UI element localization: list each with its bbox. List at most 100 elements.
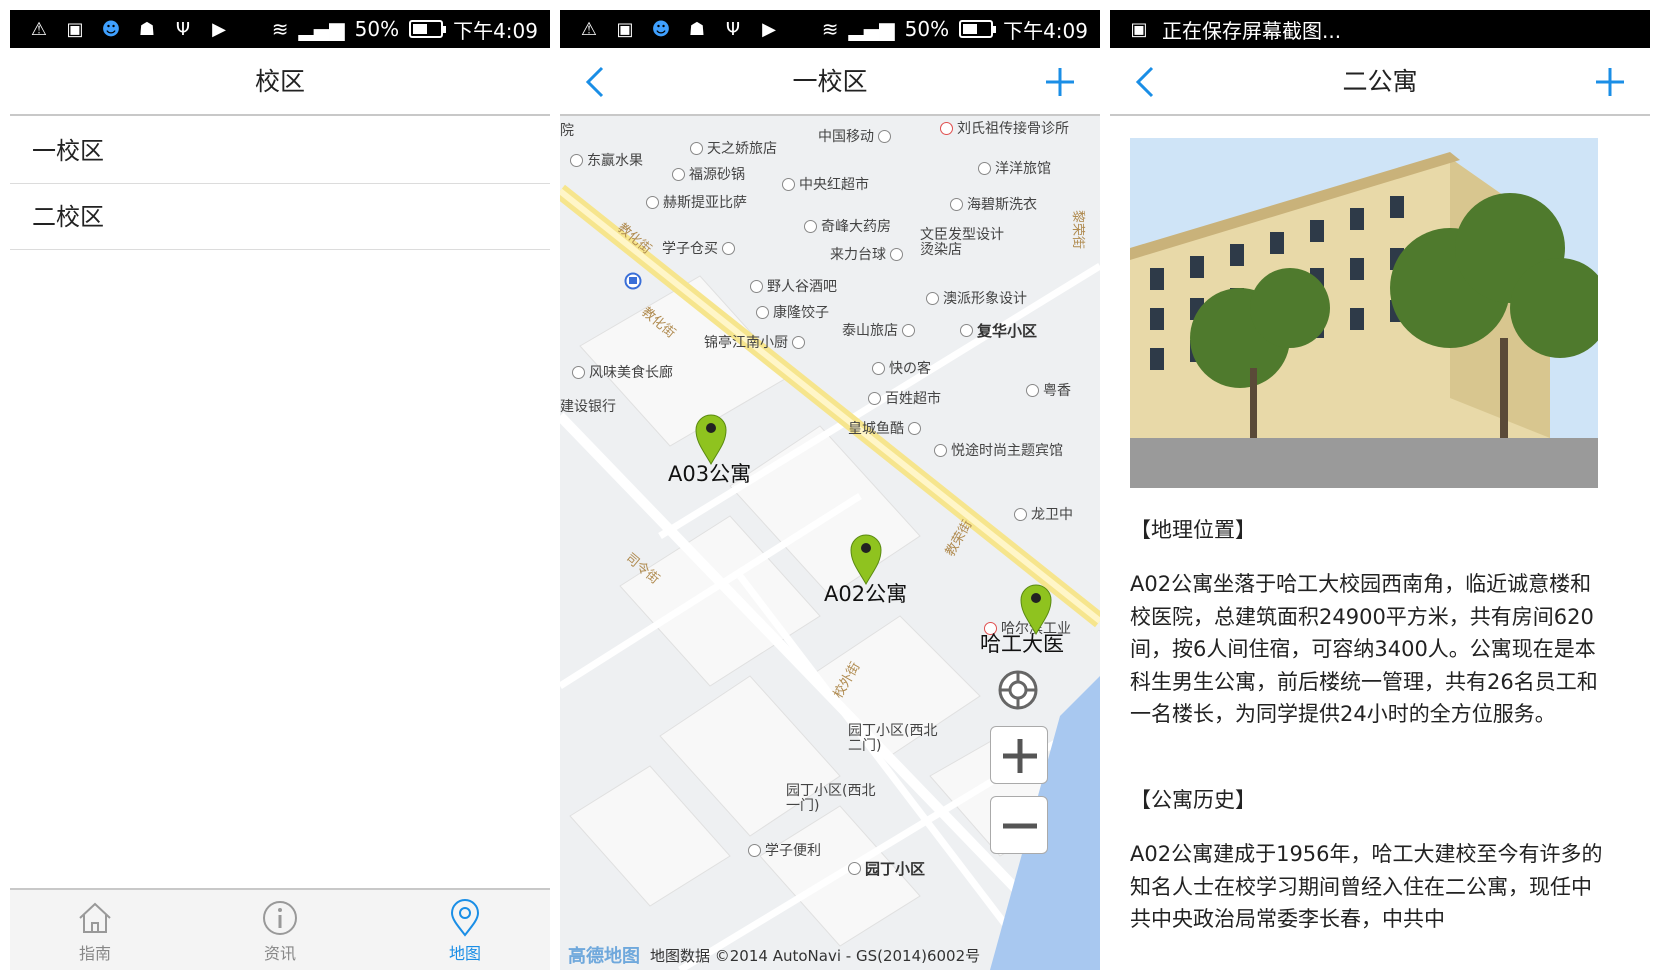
poi-label: 康隆饺子	[756, 302, 829, 322]
dorm-detail-screen: ▣ 正在保存屏幕截图... 二公寓 【地理位置】 A02公寓坐落于哈工大校园西南…	[1110, 10, 1650, 970]
bus-stop-icon	[624, 272, 642, 290]
status-bar: ⚠ ▣ ☻ ☗ Ψ ▶ ≋ ▂▄▆ 50% 下午4:09	[560, 10, 1100, 48]
notification-icons: ⚠ ▣ ☻ ☗ Ψ ▶	[28, 10, 230, 48]
plus-icon	[1003, 739, 1037, 773]
list-item-campus-2[interactable]: 二校区	[10, 184, 550, 250]
poi-label: 皇城鱼酷	[848, 418, 921, 438]
android-icon: ☗	[138, 18, 156, 40]
history-paragraph: A02公寓建成于1956年，哈工大建校至今有许多的知名人士在校学习期间曾经入住在…	[1130, 842, 1603, 931]
marker-label: 哈工大医	[980, 632, 1064, 656]
poi-label: 赫斯提亚比萨	[646, 192, 747, 212]
poi-label: 中央红超市	[782, 174, 869, 194]
add-icon[interactable]	[1590, 62, 1630, 102]
amap-logo: 高德地图	[568, 946, 640, 967]
marker-label: A02公寓	[824, 582, 908, 606]
warning-icon: ⚠	[580, 18, 598, 40]
poi-label: 龙卫中	[1014, 504, 1073, 524]
notification-icons: ▣ 正在保存屏幕截图...	[1128, 10, 1341, 48]
nav-bar: 二公寓	[1110, 48, 1650, 116]
nav-bar: 校区	[10, 48, 550, 116]
poi-label: 东赢水果	[570, 150, 643, 170]
poi-label: 园丁小区	[848, 858, 925, 879]
page-title: 二公寓	[1342, 67, 1418, 96]
qq-icon: ☻	[101, 18, 121, 40]
poi-label: 学子便利	[748, 840, 821, 860]
info-icon	[263, 901, 297, 935]
poi-label: 园丁小区(西北二门)	[848, 723, 938, 754]
qq-icon: ☻	[651, 18, 671, 40]
poi-label: 悦途时尚主题宾馆	[934, 440, 1063, 460]
poi-label: 野人谷酒吧	[750, 276, 837, 296]
poi-label: 风味美食长廊	[572, 362, 673, 382]
play-store-icon: ▶	[212, 18, 226, 40]
page-title: 一校区	[792, 67, 868, 96]
poi-label: 福源砂锅	[672, 164, 745, 184]
poi-label: 天之娇旅店	[690, 138, 777, 158]
list-item-campus-1[interactable]: 一校区	[10, 118, 550, 184]
map-footer: 高德地图 地图数据 ©2014 AutoNavi - GS(2014)6002号	[568, 942, 980, 968]
poi-label: 泰山旅店	[842, 320, 915, 340]
wifi-icon: ≋	[271, 17, 289, 41]
poi-label: 澳派形象设计	[926, 288, 1027, 308]
image-icon: ▣	[1130, 18, 1148, 40]
battery-icon	[409, 20, 447, 38]
map-pin-icon	[450, 899, 480, 937]
poi-label: 院	[560, 123, 574, 139]
clock: 下午4:09	[453, 18, 538, 43]
battery-percent: 50%	[904, 17, 950, 41]
battery-percent: 50%	[354, 17, 400, 41]
location-paragraph: A02公寓坐落于哈工大校园西南角，临近诚意楼和校医院，总建筑面积24900平方米…	[1130, 572, 1598, 726]
detail-content[interactable]: 【地理位置】 A02公寓坐落于哈工大校园西南角，临近诚意楼和校医院，总建筑面积2…	[1110, 116, 1650, 970]
status-bar: ▣ 正在保存屏幕截图...	[1110, 10, 1650, 48]
poi-label: 中国移动	[818, 126, 891, 146]
poi-label: 锦亭江南小厨	[704, 332, 805, 352]
tab-bar: 指南 资讯 地图	[10, 888, 550, 970]
page-title: 校区	[254, 67, 305, 96]
warning-icon: ⚠	[30, 18, 48, 40]
battery-icon	[959, 20, 997, 38]
poi-label: 百姓超市	[868, 388, 941, 408]
clock: 下午4:09	[1003, 18, 1088, 43]
zoom-in-button[interactable]	[990, 726, 1048, 784]
nav-bar: 一校区	[560, 48, 1100, 116]
section-title-history: 【公寓历史】	[1130, 788, 1256, 812]
poi-label: 复华小区	[960, 320, 1037, 341]
section-title-location: 【地理位置】	[1130, 518, 1256, 542]
marker-label: A03公寓	[668, 462, 752, 486]
android-icon: ☗	[688, 18, 706, 40]
tab-map[interactable]: 地图	[405, 898, 525, 968]
tab-guide-label: 指南	[78, 944, 111, 963]
locate-icon[interactable]	[996, 668, 1040, 712]
wifi-icon: ≋	[821, 17, 839, 41]
poi-label: 洋洋旅馆	[978, 158, 1051, 178]
tab-guide[interactable]: 指南	[35, 898, 155, 968]
poi-label: 刘氏祖传接骨诊所	[940, 118, 1069, 138]
tab-map-label: 地图	[448, 944, 481, 963]
poi-label: 海碧斯洗衣	[950, 194, 1037, 214]
signal-icon: ▂▄▆	[848, 17, 895, 41]
signal-icon: ▂▄▆	[298, 17, 345, 41]
poi-label: 学子仓买	[662, 238, 735, 258]
zoom-out-button[interactable]	[990, 796, 1048, 854]
usb-icon: Ψ	[175, 18, 191, 40]
minus-icon	[1003, 823, 1037, 829]
poi-label: 快の客	[872, 358, 931, 378]
tab-news-label: 资讯	[263, 944, 296, 963]
poi-label: 奇峰大药房	[804, 216, 891, 236]
notification-icons: ⚠ ▣ ☻ ☗ Ψ ▶	[578, 10, 780, 48]
tab-news[interactable]: 资讯	[220, 898, 340, 968]
dorm-building-photo	[1130, 138, 1598, 488]
usb-icon: Ψ	[725, 18, 741, 40]
map-view[interactable]: 东赢水果 天之娇旅店 中国移动 刘氏祖传接骨诊所 福源砂锅 中央红超市 洋洋旅馆…	[560, 116, 1100, 970]
play-store-icon: ▶	[762, 18, 776, 40]
saving-screenshot-text: 正在保存屏幕截图...	[1162, 18, 1342, 43]
add-icon[interactable]	[1040, 62, 1080, 102]
poi-label: 文臣发型设计烫染店	[920, 227, 1004, 258]
status-bar: ⚠ ▣ ☻ ☗ Ψ ▶ ≋ ▂▄▆ 50% 下午4:09	[10, 10, 550, 48]
image-icon: ▣	[66, 18, 84, 40]
campus-list-screen: ⚠ ▣ ☻ ☗ Ψ ▶ ≋ ▂▄▆ 50% 下午4:09 校区 一校区 二校区 …	[10, 10, 550, 970]
image-icon: ▣	[616, 18, 634, 40]
map-copyright: 地图数据 ©2014 AutoNavi - GS(2014)6002号	[650, 946, 981, 965]
map-screen: ⚠ ▣ ☻ ☗ Ψ ▶ ≋ ▂▄▆ 50% 下午4:09 一校区 东赢水果 天之…	[560, 10, 1100, 970]
street-label: 黎荣街	[1070, 209, 1086, 250]
